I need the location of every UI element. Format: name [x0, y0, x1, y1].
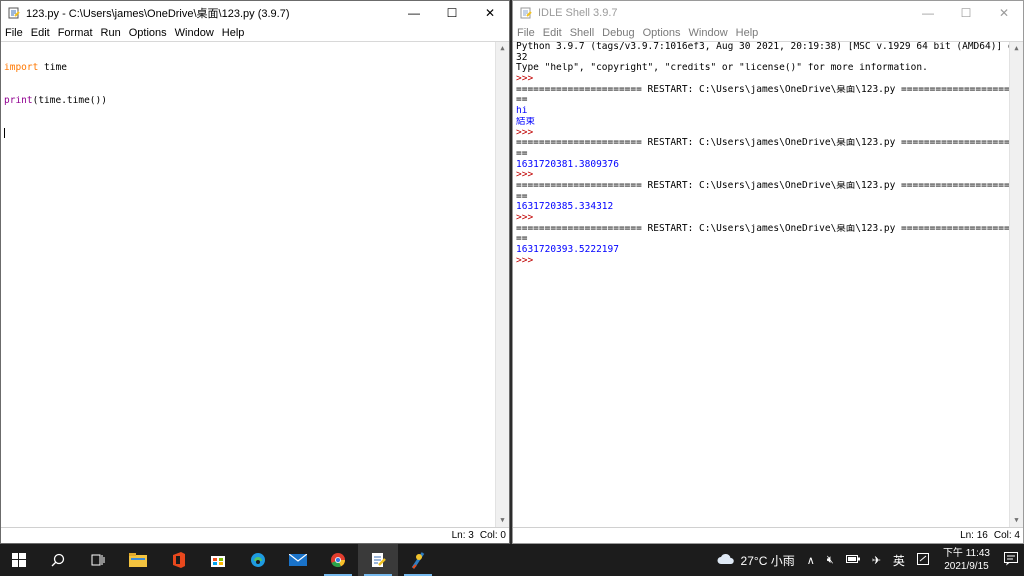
shell-line: == — [516, 191, 528, 202]
editor-menubar: File Edit Format Run Options Window Help — [1, 25, 509, 41]
shell-line: 結束 — [516, 116, 536, 127]
close-button[interactable]: ✕ — [471, 1, 509, 25]
weather-text[interactable]: 27°C 小雨 — [741, 552, 795, 569]
clock[interactable]: 下午 11:43 2021/9/15 — [943, 547, 990, 573]
menu-edit[interactable]: Edit — [543, 27, 562, 39]
menu-help[interactable]: Help — [736, 27, 759, 39]
input-method-indicator[interactable]: 英 — [893, 552, 905, 569]
code-call: (time.time()) — [32, 95, 107, 106]
shell-line: == — [516, 95, 528, 106]
chevron-up-icon[interactable]: ∧ — [807, 554, 815, 567]
menu-help[interactable]: Help — [222, 27, 245, 39]
menu-window[interactable]: Window — [689, 27, 728, 39]
shell-line: >>> — [516, 74, 539, 85]
shell-line: >>> — [516, 255, 539, 266]
shell-menubar: File Edit Shell Debug Options Window Hel… — [513, 25, 1023, 41]
shell-window-title: IDLE Shell 3.9.7 — [538, 7, 618, 19]
editor-window-title: 123.py - C:\Users\james\OneDrive\桌面\123.… — [26, 8, 290, 20]
shell-line: >>> — [516, 213, 539, 223]
shell-line: 32 — [516, 52, 528, 63]
python-taskbar-icon[interactable] — [398, 544, 438, 576]
shell-line: ====================== RESTART: C:\Users… — [516, 223, 1023, 234]
microsoft-store-icon[interactable] — [198, 544, 238, 576]
shell-line: == — [516, 234, 528, 245]
code-line-2: print(time.time()) — [4, 96, 509, 107]
line-number: Ln: 3 — [451, 530, 474, 541]
shell-line: hi — [516, 106, 528, 117]
scroll-up-arrow-icon[interactable]: ▲ — [496, 42, 509, 55]
maximize-button[interactable]: ☐ — [433, 1, 471, 25]
shell-line: 1631720385.334312 — [516, 202, 614, 213]
shell-text-area[interactable]: Python 3.9.7 (tags/v3.9.7:1016ef3, Aug 3… — [513, 41, 1023, 527]
idle-python-icon — [8, 7, 20, 19]
menu-format[interactable]: Format — [58, 27, 93, 39]
shell-line: >>> — [516, 127, 539, 138]
shell-statusbar: Ln: 16 Col: 4 — [513, 527, 1023, 543]
shell-line: ====================== RESTART: C:\Users… — [516, 138, 1023, 149]
menu-options[interactable]: Options — [129, 27, 167, 39]
clock-date: 2021/9/15 — [944, 561, 989, 572]
idle-shell-icon — [520, 7, 532, 19]
builtin-print: print — [4, 95, 33, 106]
editor-statusbar: Ln: 3 Col: 0 — [1, 527, 509, 543]
ime-pad-icon[interactable] — [916, 552, 929, 568]
mail-icon[interactable] — [278, 544, 318, 576]
column-number: Col: 0 — [479, 530, 506, 541]
office-icon[interactable] — [158, 544, 198, 576]
menu-run[interactable]: Run — [101, 27, 121, 39]
minimize-button[interactable]: — — [909, 1, 947, 25]
shell-scrollbar[interactable]: ▲ ▼ — [1009, 42, 1023, 527]
column-number: Col: 4 — [993, 530, 1020, 541]
chrome-browser-icon[interactable] — [318, 544, 358, 576]
shell-line: Python 3.9.7 (tags/v3.9.7:1016ef3, Aug 3… — [516, 42, 1023, 52]
shell-line: 1631720393.5222197 — [516, 245, 619, 256]
line-number: Ln: 16 — [960, 530, 988, 541]
shell-output: Python 3.9.7 (tags/v3.9.7:1016ef3, Aug 3… — [513, 42, 1023, 266]
scroll-down-arrow-icon[interactable]: ▼ — [496, 514, 509, 527]
idle-editor-taskbar-icon[interactable] — [358, 544, 398, 576]
shell-line: ====================== RESTART: C:\Users… — [516, 180, 1023, 191]
shell-line: 1631720381.3809376 — [516, 159, 619, 170]
shell-line: == — [516, 148, 528, 159]
editor-window: 123.py - C:\Users\james\OneDrive\桌面\123.… — [0, 0, 510, 544]
taskbar: 27°C 小雨 ∧ 🔇︎ ✈︎ 英 下午 11:43 2021/9/15 — [0, 544, 1024, 576]
shell-titlebar[interactable]: IDLE Shell 3.9.7 — ☐ ✕ — [513, 1, 1023, 25]
shell-window: IDLE Shell 3.9.7 — ☐ ✕ File Edit Shell D… — [512, 0, 1024, 544]
menu-shell[interactable]: Shell — [570, 27, 594, 39]
menu-debug[interactable]: Debug — [602, 27, 634, 39]
search-icon[interactable] — [38, 544, 78, 576]
editor-text-area[interactable]: import time print(time.time()) ▲ ▼ — [1, 41, 509, 527]
menu-file[interactable]: File — [517, 27, 535, 39]
menu-options[interactable]: Options — [643, 27, 681, 39]
code-line-3-cursor — [4, 127, 509, 139]
airplane-mode-icon[interactable]: ✈︎ — [872, 554, 881, 567]
code-line-1: import time — [4, 63, 509, 74]
file-explorer-icon[interactable] — [118, 544, 158, 576]
scroll-up-arrow-icon[interactable]: ▲ — [1010, 42, 1023, 55]
editor-scrollbar[interactable]: ▲ ▼ — [495, 42, 509, 527]
keyword-import: import — [4, 63, 39, 74]
module-name: time — [38, 63, 67, 74]
clock-time: 下午 11:43 — [942, 548, 990, 559]
menu-edit[interactable]: Edit — [31, 27, 50, 39]
close-button[interactable]: ✕ — [985, 1, 1023, 25]
battery-icon[interactable] — [845, 554, 860, 566]
weather-cloud-icon[interactable] — [717, 553, 735, 568]
system-tray: 27°C 小雨 ∧ 🔇︎ ✈︎ 英 下午 11:43 2021/9/15 — [711, 544, 1024, 576]
menu-window[interactable]: Window — [175, 27, 214, 39]
shell-line: ====================== RESTART: C:\Users… — [516, 84, 1023, 95]
shell-line: >>> — [516, 170, 539, 181]
windows-start-icon[interactable] — [0, 544, 38, 576]
maximize-button[interactable]: ☐ — [947, 1, 985, 25]
notification-center-icon[interactable] — [1004, 551, 1018, 569]
volume-muted-icon[interactable]: 🔇︎ — [827, 554, 834, 567]
editor-titlebar[interactable]: 123.py - C:\Users\james\OneDrive\桌面\123.… — [1, 1, 509, 25]
minimize-button[interactable]: — — [395, 1, 433, 25]
scroll-down-arrow-icon[interactable]: ▼ — [1010, 514, 1023, 527]
shell-line: Type "help", "copyright", "credits" or "… — [516, 63, 928, 74]
task-view-icon[interactable] — [78, 544, 118, 576]
edge-browser-icon[interactable] — [238, 544, 278, 576]
menu-file[interactable]: File — [5, 27, 23, 39]
